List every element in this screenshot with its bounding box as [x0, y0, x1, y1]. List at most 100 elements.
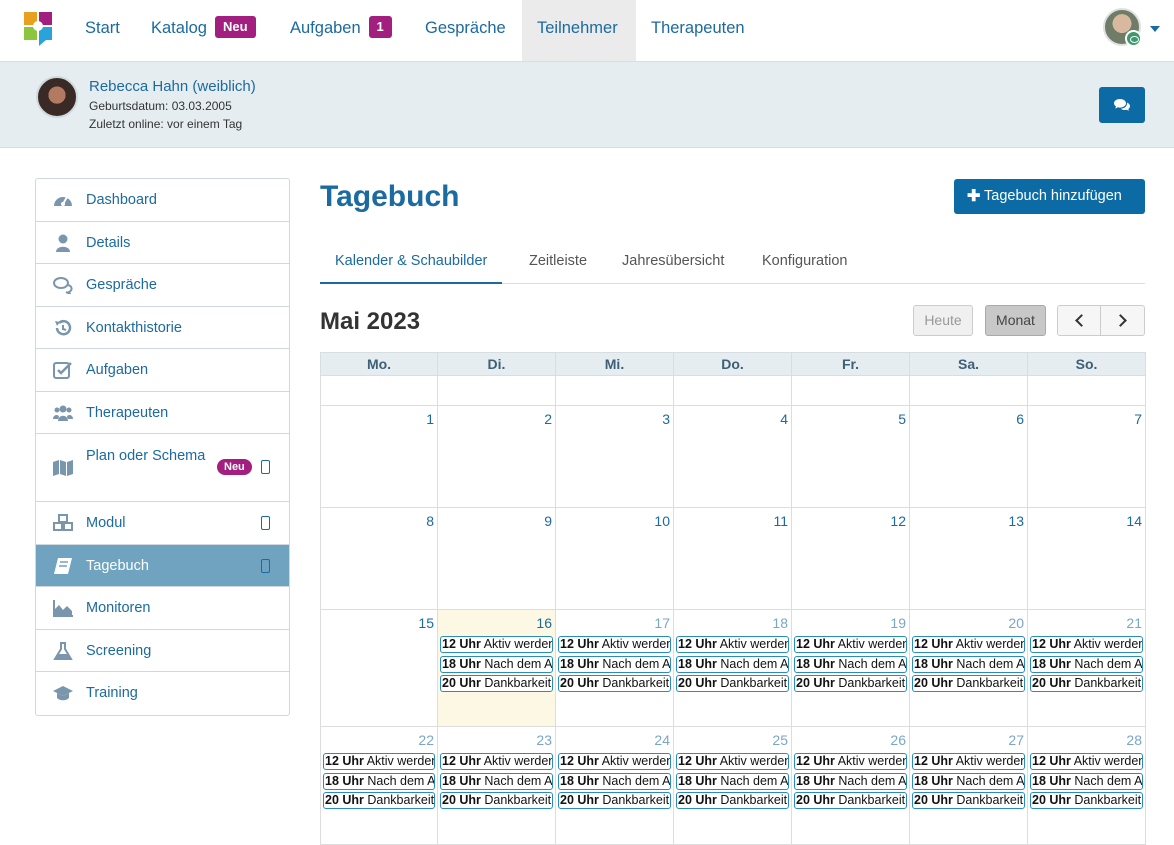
- calendar-day-cell[interactable]: 27 12 Uhr Aktiv werden 18 Uhr Nach dem Abe…: [910, 727, 1028, 844]
- calendar-day-cell[interactable]: 19 12 Uhr Aktiv werden 18 Uhr Nach dem Abe…: [792, 610, 910, 726]
- nav-start[interactable]: Start: [70, 0, 135, 61]
- calendar-event[interactable]: 18 Uhr Nach dem Abendessen: [912, 655, 1025, 673]
- nav-gespraeche[interactable]: Gespräche: [410, 0, 521, 61]
- calendar-day-cell[interactable]: 2: [438, 406, 556, 507]
- day-number[interactable]: 16: [536, 615, 552, 631]
- calendar-event[interactable]: 18 Uhr Nach dem Abendessen: [1030, 772, 1143, 790]
- calendar-event[interactable]: 20 Uhr Dankbarkeit: [558, 792, 671, 809]
- calendar-day-cell[interactable]: [556, 376, 674, 405]
- calendar-day-cell[interactable]: [910, 376, 1028, 405]
- day-number[interactable]: 13: [1008, 513, 1024, 529]
- calendar-day-cell[interactable]: 7: [1028, 406, 1146, 507]
- calendar-event[interactable]: 20 Uhr Dankbarkeit: [912, 675, 1025, 692]
- day-number[interactable]: 20: [1008, 615, 1024, 631]
- calendar-day-cell[interactable]: 26 12 Uhr Aktiv werden 18 Uhr Nach dem Abe…: [792, 727, 910, 844]
- calendar-event[interactable]: 18 Uhr Nach dem Abendessen: [794, 772, 907, 790]
- calendar-day-cell[interactable]: 12: [792, 508, 910, 609]
- calendar-day-cell[interactable]: 20 12 Uhr Aktiv werden 18 Uhr Nach dem Abe…: [910, 610, 1028, 726]
- calendar-day-cell[interactable]: 17 12 Uhr Aktiv werden 18 Uhr Nach dem Abe…: [556, 610, 674, 726]
- calendar-day-cell[interactable]: 9: [438, 508, 556, 609]
- day-number[interactable]: 10: [654, 513, 670, 529]
- sidebar-item-plan-oder-schema[interactable]: Plan oder Schema Neu: [36, 434, 289, 502]
- chevron-down-icon[interactable]: [1150, 26, 1160, 32]
- day-number[interactable]: 18: [772, 615, 788, 631]
- calendar-event[interactable]: 12 Uhr Aktiv werden: [794, 636, 907, 653]
- calendar-event[interactable]: 12 Uhr Aktiv werden: [558, 636, 671, 653]
- day-number[interactable]: 1: [426, 411, 434, 427]
- sidebar-item-aufgaben[interactable]: Aufgaben: [36, 349, 289, 392]
- day-number[interactable]: 14: [1126, 513, 1142, 529]
- calendar-event[interactable]: 18 Uhr Nach dem Abendessen: [912, 772, 1025, 790]
- calendar-day-cell[interactable]: 25 12 Uhr Aktiv werden 18 Uhr Nach dem Abe…: [674, 727, 792, 844]
- calendar-day-cell[interactable]: [438, 376, 556, 405]
- tab-konfiguration[interactable]: Konfiguration: [747, 240, 862, 284]
- calendar-event[interactable]: 20 Uhr Dankbarkeit: [676, 792, 789, 809]
- calendar-day-cell[interactable]: 28 12 Uhr Aktiv werden 18 Uhr Nach dem Abe…: [1028, 727, 1146, 844]
- calendar-event[interactable]: 20 Uhr Dankbarkeit: [1030, 675, 1143, 692]
- calendar-event[interactable]: 20 Uhr Dankbarkeit: [440, 675, 553, 692]
- calendar-event[interactable]: 18 Uhr Nach dem Abendessen: [558, 655, 671, 673]
- today-button[interactable]: Heute: [913, 305, 973, 336]
- sidebar-item-screening[interactable]: Screening: [36, 630, 289, 672]
- calendar-day-cell[interactable]: 22 12 Uhr Aktiv werden 18 Uhr Nach dem Abe…: [320, 727, 438, 844]
- next-month-button[interactable]: [1100, 305, 1145, 336]
- sidebar-item-dashboard[interactable]: Dashboard: [36, 179, 289, 222]
- calendar-day-cell[interactable]: 15: [320, 610, 438, 726]
- calendar-day-cell[interactable]: 11: [674, 508, 792, 609]
- sidebar-item-therapeuten[interactable]: Therapeuten: [36, 392, 289, 434]
- calendar-day-cell[interactable]: 13: [910, 508, 1028, 609]
- calendar-day-cell[interactable]: 5: [792, 406, 910, 507]
- calendar-day-cell[interactable]: 23 12 Uhr Aktiv werden 18 Uhr Nach dem Abe…: [438, 727, 556, 844]
- calendar-day-cell[interactable]: 24 12 Uhr Aktiv werden 18 Uhr Nach dem Abe…: [556, 727, 674, 844]
- calendar-event[interactable]: 18 Uhr Nach dem Abendessen: [676, 772, 789, 790]
- day-number[interactable]: 2: [544, 411, 552, 427]
- calendar-event[interactable]: 20 Uhr Dankbarkeit: [323, 792, 435, 809]
- calendar-day-cell[interactable]: [792, 376, 910, 405]
- calendar-event[interactable]: 12 Uhr Aktiv werden: [912, 636, 1025, 653]
- calendar-day-cell[interactable]: 1: [320, 406, 438, 507]
- sidebar-item-kontakthistorie[interactable]: Kontakthistorie: [36, 307, 289, 349]
- patient-name[interactable]: Rebecca Hahn (weiblich): [89, 78, 256, 95]
- calendar-event[interactable]: 12 Uhr Aktiv werden: [676, 636, 789, 653]
- calendar-event[interactable]: 18 Uhr Nach dem Abendessen: [1030, 655, 1143, 673]
- chat-button[interactable]: [1099, 87, 1145, 123]
- calendar-event[interactable]: 12 Uhr Aktiv werden: [1030, 753, 1143, 770]
- calendar-event[interactable]: 12 Uhr Aktiv werden: [323, 753, 435, 770]
- sidebar-item-training[interactable]: Training: [36, 672, 289, 715]
- nav-aufgaben[interactable]: Aufgaben 1: [275, 0, 407, 61]
- calendar-event[interactable]: 20 Uhr Dankbarkeit: [440, 792, 553, 809]
- calendar-event[interactable]: 12 Uhr Aktiv werden: [440, 753, 553, 770]
- tab-zeitleiste[interactable]: Zeitleiste: [514, 240, 602, 284]
- day-number[interactable]: 25: [772, 732, 788, 748]
- nav-teilnehmer[interactable]: Teilnehmer: [522, 0, 636, 61]
- calendar-day-cell[interactable]: 4: [674, 406, 792, 507]
- calendar-event[interactable]: 20 Uhr Dankbarkeit: [676, 675, 789, 692]
- calendar-event[interactable]: 18 Uhr Nach dem Abendessen: [440, 772, 553, 790]
- day-number[interactable]: 8: [426, 513, 434, 529]
- nav-katalog[interactable]: Katalog Neu: [136, 0, 271, 61]
- calendar-event[interactable]: 20 Uhr Dankbarkeit: [558, 675, 671, 692]
- calendar-event[interactable]: 12 Uhr Aktiv werden: [676, 753, 789, 770]
- calendar-event[interactable]: 12 Uhr Aktiv werden: [1030, 636, 1143, 653]
- calendar-event[interactable]: 18 Uhr Nach dem Abendessen: [558, 772, 671, 790]
- sidebar-item-modul[interactable]: Modul: [36, 502, 289, 545]
- calendar-day-cell[interactable]: 3: [556, 406, 674, 507]
- nav-therapeuten[interactable]: Therapeuten: [636, 0, 760, 61]
- day-number[interactable]: 22: [418, 732, 434, 748]
- calendar-event[interactable]: 12 Uhr Aktiv werden: [558, 753, 671, 770]
- calendar-event[interactable]: 20 Uhr Dankbarkeit: [1030, 792, 1143, 809]
- calendar-day-cell[interactable]: 6: [910, 406, 1028, 507]
- day-number[interactable]: 23: [536, 732, 552, 748]
- day-number[interactable]: 7: [1134, 411, 1142, 427]
- day-number[interactable]: 3: [662, 411, 670, 427]
- day-number[interactable]: 28: [1126, 732, 1142, 748]
- calendar-event[interactable]: 12 Uhr Aktiv werden: [912, 753, 1025, 770]
- day-number[interactable]: 24: [654, 732, 670, 748]
- day-number[interactable]: 19: [890, 615, 906, 631]
- calendar-event[interactable]: 18 Uhr Nach dem Abendessen: [440, 655, 553, 673]
- calendar-day-cell[interactable]: 18 12 Uhr Aktiv werden 18 Uhr Nach dem Abe…: [674, 610, 792, 726]
- sidebar-item-monitoren[interactable]: Monitoren: [36, 587, 289, 630]
- day-number[interactable]: 15: [418, 615, 434, 631]
- calendar-day-cell[interactable]: [674, 376, 792, 405]
- calendar-event[interactable]: 20 Uhr Dankbarkeit: [912, 792, 1025, 809]
